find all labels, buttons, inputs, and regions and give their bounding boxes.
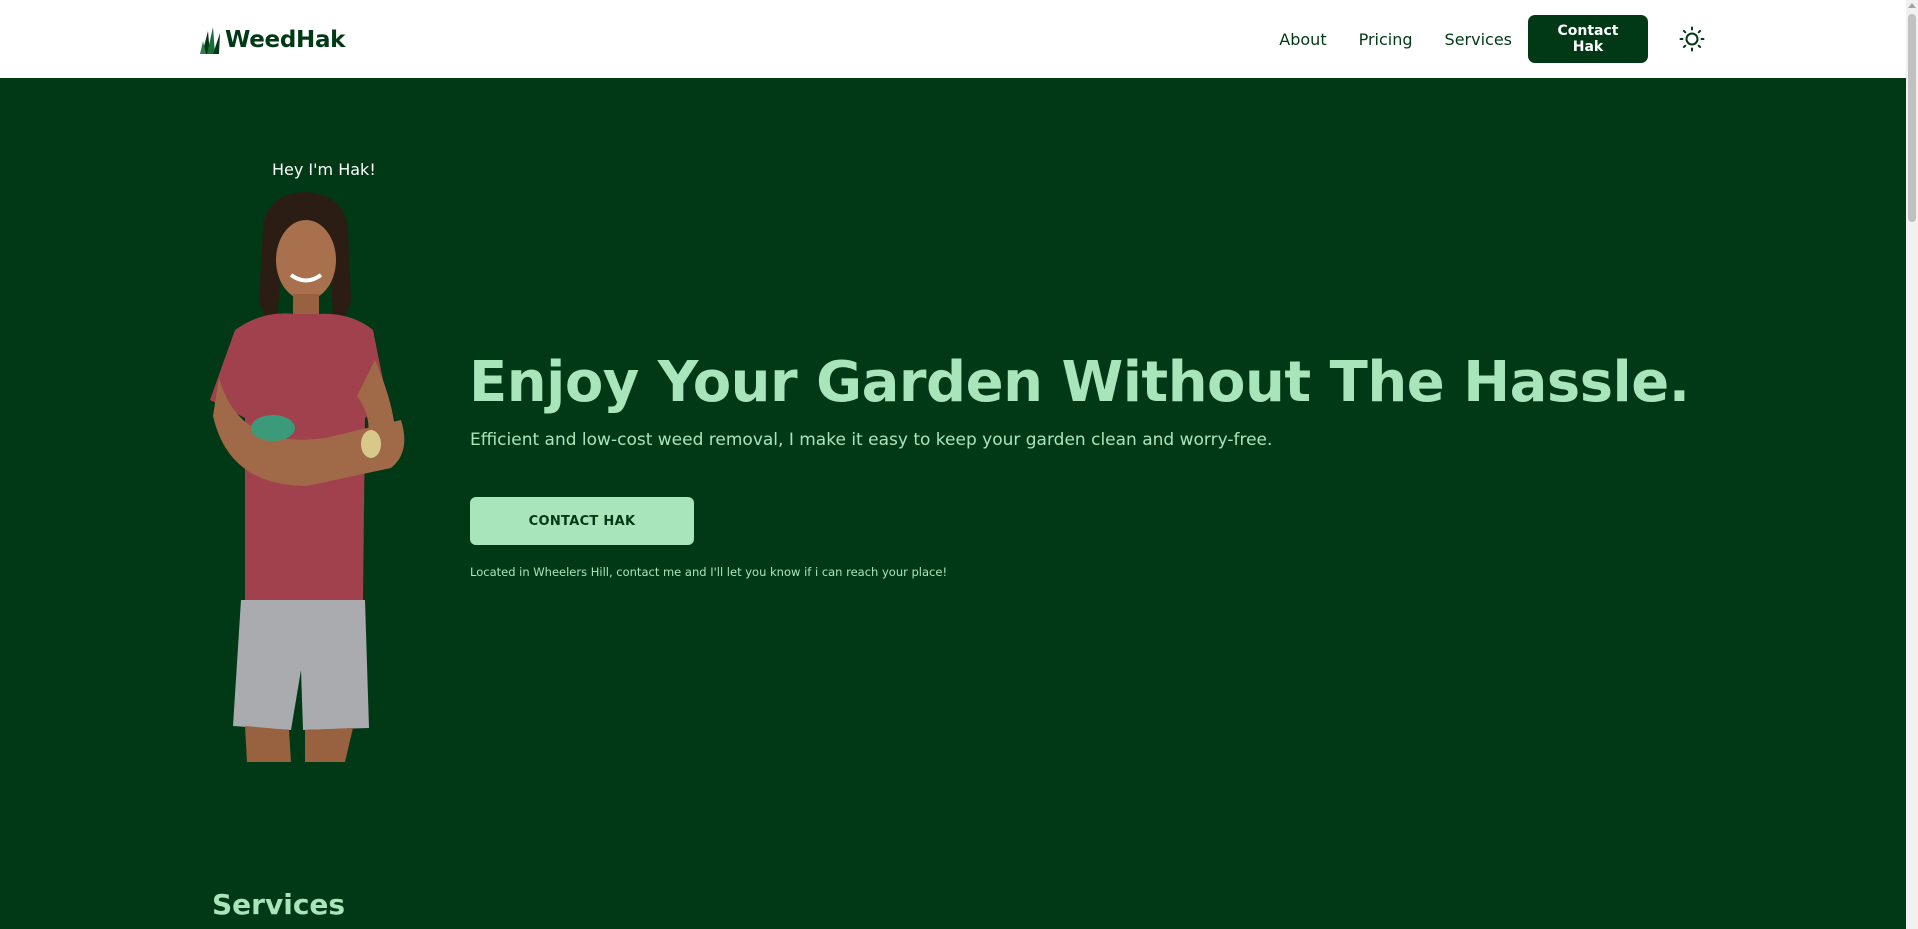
brand-logo[interactable]: WeedHak: [199, 22, 345, 58]
main-nav: About Pricing Services Contact Hak: [1279, 15, 1706, 63]
scrollbar-thumb[interactable]: [1908, 14, 1916, 222]
hak-portrait-image: [210, 192, 405, 762]
page-scrollbar[interactable]: [1906, 0, 1918, 929]
brand-name: WeedHak: [225, 27, 346, 53]
scroll-up-icon[interactable]: [1908, 3, 1916, 8]
grass-leaf-icon: [200, 27, 220, 54]
contact-hak-button[interactable]: Contact Hak: [1528, 15, 1648, 63]
hero-greeting: Hey I'm Hak!: [272, 160, 376, 179]
nav-link-pricing[interactable]: Pricing: [1359, 30, 1413, 49]
nav-link-about[interactable]: About: [1279, 30, 1326, 49]
services-heading: Services: [212, 888, 346, 921]
theme-toggle-button[interactable]: [1678, 25, 1706, 53]
location-note: Located in Wheelers Hill, contact me and…: [470, 565, 948, 579]
sun-icon: [1679, 26, 1705, 52]
hero-subtitle: Efficient and low-cost weed removal, I m…: [470, 430, 1273, 450]
site-header: WeedHak About Pricing Services Contact H…: [0, 0, 1906, 78]
nav-link-services[interactable]: Services: [1445, 30, 1512, 49]
hero-contact-button[interactable]: CONTACT HAK: [470, 497, 694, 545]
hero-title: Enjoy Your Garden Without The Hassle.: [469, 350, 1690, 415]
